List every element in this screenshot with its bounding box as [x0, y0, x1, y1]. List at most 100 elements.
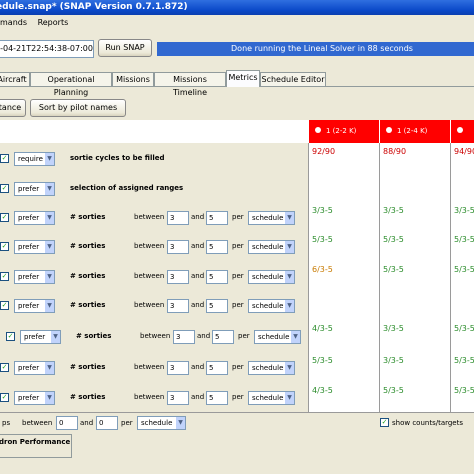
metric-enabled-checkbox[interactable]: ✓ — [0, 272, 9, 281]
metric-value-cell[interactable]: 5/3-5 — [379, 261, 451, 291]
metric-value-cell[interactable]: 6/3-5 — [308, 261, 380, 291]
between-label: between — [134, 393, 165, 401]
sort-distance-button[interactable]: tance — [0, 99, 26, 117]
metric-value-cell[interactable] — [308, 290, 380, 321]
period-select[interactable]: schedule ▼ — [248, 211, 295, 225]
range-high-input[interactable]: 5 — [206, 299, 228, 313]
metric-value-cell[interactable]: 92/90 — [308, 143, 380, 174]
metric-value-cell[interactable]: 88/90 — [379, 143, 451, 174]
range-high-input[interactable]: 5 — [206, 361, 228, 375]
metric-value: 3/3-5 — [454, 206, 474, 215]
metric-row-settings: ✓ require ▼ sortie cycles to be filled — [0, 143, 308, 174]
range-low-input[interactable]: 3 — [167, 211, 189, 225]
period-select[interactable]: schedule ▼ — [248, 270, 295, 284]
chevron-down-icon: ▼ — [45, 183, 54, 195]
metric-value-cell[interactable] — [308, 173, 380, 203]
period-select[interactable]: schedule ▼ — [248, 299, 295, 313]
metric-enabled-checkbox[interactable]: ✓ — [0, 393, 9, 402]
metric-value-cell[interactable]: 94/90 — [450, 143, 474, 174]
metric-enabled-checkbox[interactable]: ✓ — [0, 184, 9, 193]
tab-squadron-performance[interactable]: dron Performance — [0, 434, 72, 458]
metric-mode-select[interactable]: prefer ▼ — [14, 211, 55, 225]
range-high-input[interactable]: 5 — [212, 330, 234, 344]
metric-mode-select[interactable]: prefer ▼ — [14, 270, 55, 284]
metric-row-settings: ✓ prefer ▼ # sorties between 3 and 5 per schedule… — [0, 202, 308, 232]
period-select[interactable]: schedule ▼ — [248, 361, 295, 375]
metric-row-settings: ✓ prefer ▼ # sorties between 3 and 5 per schedule… — [0, 352, 308, 383]
metric-value-cell[interactable]: 5/3-5 — [450, 382, 474, 413]
metric-value-cell[interactable]: 5/3-5 — [450, 352, 474, 383]
metric-value-cell[interactable] — [379, 290, 451, 321]
metric-mode-select[interactable]: require ▼ — [14, 152, 55, 166]
metric-value-cell[interactable]: 4/3-5 — [308, 382, 380, 413]
metric-mode-select[interactable]: prefer ▼ — [14, 361, 55, 375]
metric-row: ✓ prefer ▼ # sorties between 3 and 5 per schedule… — [0, 231, 474, 262]
bottom-between-label: between — [22, 419, 53, 427]
metric-value-cell[interactable]: 3/3-5 — [450, 202, 474, 232]
per-label: per — [232, 213, 244, 221]
metric-mode-select[interactable]: prefer ▼ — [14, 240, 55, 254]
tab-aircraft[interactable]: Aircraft — [0, 72, 30, 86]
column-header-3[interactable] — [450, 120, 474, 143]
metric-mode-select[interactable]: prefer ▼ — [20, 330, 61, 344]
bottom-low-input[interactable]: 0 — [56, 416, 78, 430]
metric-mode-select[interactable]: prefer ▼ — [14, 299, 55, 313]
metric-value: 5/3-5 — [454, 356, 474, 365]
period-select[interactable]: schedule ▼ — [248, 240, 295, 254]
metric-value-cell[interactable]: 5/3-5 — [450, 261, 474, 291]
range-high-input[interactable]: 5 — [206, 391, 228, 405]
tab-metrics[interactable]: Metrics — [226, 70, 260, 87]
range-low-input[interactable]: 3 — [167, 361, 189, 375]
metric-enabled-checkbox[interactable]: ✓ — [0, 301, 9, 310]
chevron-down-icon: ▼ — [176, 417, 185, 429]
metric-mode-select[interactable]: prefer ▼ — [14, 391, 55, 405]
timestamp-field[interactable]: 4-04-21T22:54:38-07:00) — [0, 40, 94, 58]
metric-mode-select[interactable]: prefer ▼ — [14, 182, 55, 196]
metric-value-cell[interactable] — [450, 173, 474, 203]
range-high-input[interactable]: 5 — [206, 240, 228, 254]
range-low-input[interactable]: 3 — [167, 391, 189, 405]
metric-value-cell[interactable]: 3/3-5 — [379, 320, 451, 353]
metric-value: 94/90 — [454, 147, 474, 156]
menu-reports[interactable]: Reports — [38, 18, 69, 27]
metric-value-cell[interactable]: 3/3-5 — [308, 202, 380, 232]
metric-value-cell[interactable]: 5/3-5 — [379, 231, 451, 262]
column-header-2[interactable]: 1 (2-4 K) — [379, 120, 450, 143]
metric-value: 92/90 — [312, 147, 336, 156]
range-low-input[interactable]: 3 — [167, 299, 189, 313]
range-low-input[interactable]: 3 — [167, 240, 189, 254]
metric-value-cell[interactable]: 5/3-5 — [379, 382, 451, 413]
metric-enabled-checkbox[interactable]: ✓ — [0, 154, 9, 163]
metric-value-cell[interactable] — [450, 290, 474, 321]
metric-enabled-checkbox[interactable]: ✓ — [6, 332, 15, 341]
metric-value-cell[interactable]: 4/3-5 — [308, 320, 380, 353]
bottom-high-input[interactable]: 0 — [96, 416, 118, 430]
column-header-1[interactable]: 1 (2-2 K) — [308, 120, 379, 143]
metric-value-cell[interactable]: 5/3-5 — [308, 231, 380, 262]
metric-value-cell[interactable] — [379, 173, 451, 203]
metric-enabled-checkbox[interactable]: ✓ — [0, 242, 9, 251]
range-high-input[interactable]: 5 — [206, 211, 228, 225]
tab-missions[interactable]: Missions — [112, 72, 154, 86]
period-select[interactable]: schedule ▼ — [254, 330, 301, 344]
range-high-input[interactable]: 5 — [206, 270, 228, 284]
metric-enabled-checkbox[interactable]: ✓ — [0, 213, 9, 222]
tab-operational-planning[interactable]: Operational Planning — [30, 72, 112, 97]
metric-value-cell[interactable]: 5/3-5 — [450, 320, 474, 353]
window-title: edule.snap* (SNAP Version 0.7.1.872) — [0, 2, 188, 12]
metric-value-cell[interactable]: 5/3-5 — [308, 352, 380, 383]
sort-pilot-names-button[interactable]: Sort by pilot names — [30, 99, 126, 117]
range-low-input[interactable]: 3 — [167, 270, 189, 284]
period-select[interactable]: schedule ▼ — [248, 391, 295, 405]
bottom-period-select[interactable]: schedule ▼ — [137, 416, 186, 430]
metric-enabled-checkbox[interactable]: ✓ — [0, 363, 9, 372]
range-low-input[interactable]: 3 — [173, 330, 195, 344]
metric-value-cell[interactable]: 3/3-5 — [379, 202, 451, 232]
metric-value-cell[interactable]: 3/3-5 — [379, 352, 451, 383]
tab-schedule-editor[interactable]: Schedule Editor — [260, 72, 326, 86]
metric-value-cell[interactable]: 5/3-5 — [450, 231, 474, 262]
menu-commands[interactable]: mands — [0, 18, 27, 27]
tab-missions-timeline[interactable]: Missions Timeline — [154, 72, 226, 97]
run-snap-button[interactable]: Run SNAP — [98, 39, 152, 57]
show-counts-checkbox[interactable]: ✓ — [380, 418, 389, 427]
